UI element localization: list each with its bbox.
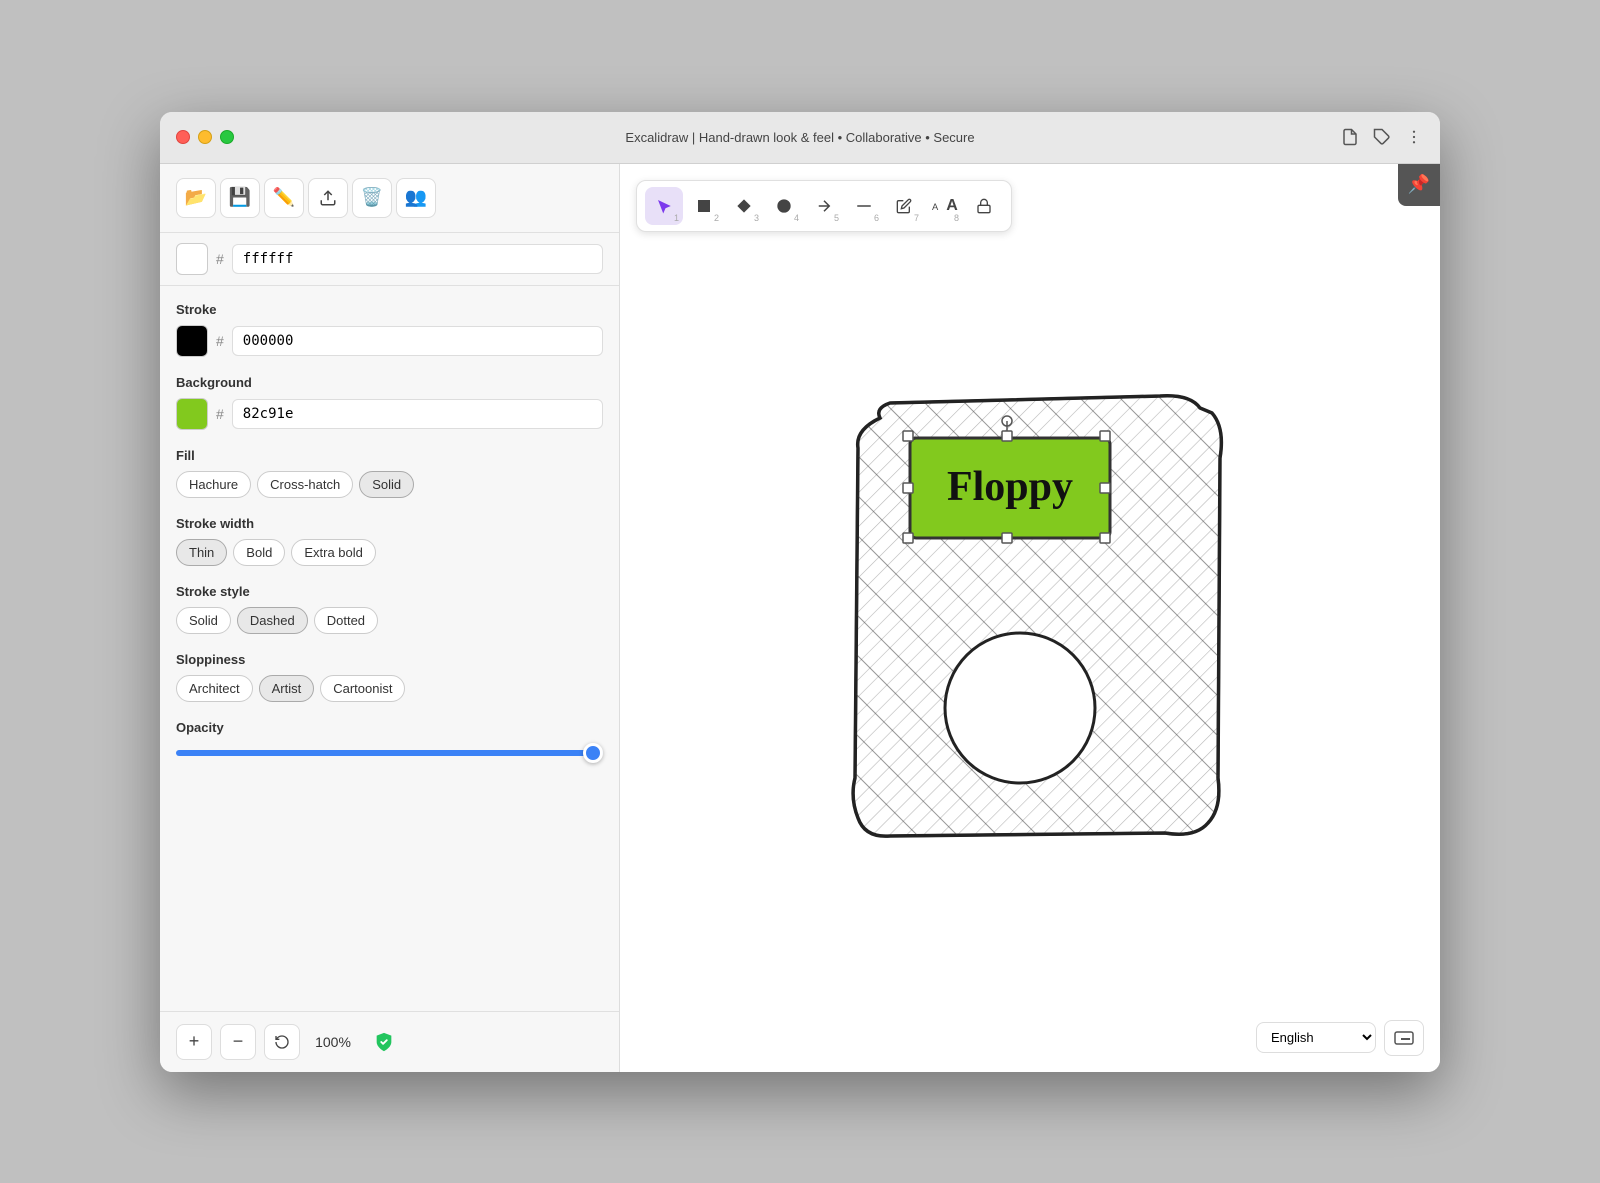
app-window: Excalidraw | Hand-drawn look & feel • Co… bbox=[160, 112, 1440, 1072]
bg-hash: # bbox=[216, 406, 224, 422]
sloppiness-architect[interactable]: Architect bbox=[176, 675, 253, 702]
zoom-in-button[interactable]: + bbox=[176, 1024, 212, 1060]
sloppiness-artist[interactable]: Artist bbox=[259, 675, 315, 702]
traffic-lights bbox=[176, 130, 234, 144]
hash-symbol: # bbox=[216, 251, 224, 267]
reset-zoom-button[interactable] bbox=[264, 1024, 300, 1060]
canvas-area[interactable]: 1 2 3 4 5 bbox=[620, 164, 1440, 1072]
language-select[interactable]: English Spanish French bbox=[1256, 1022, 1376, 1053]
sloppiness-cartoonist[interactable]: Cartoonist bbox=[320, 675, 405, 702]
keyboard-button[interactable] bbox=[1384, 1020, 1424, 1056]
style-solid[interactable]: Solid bbox=[176, 607, 231, 634]
stroke-style-label: Stroke style bbox=[176, 584, 603, 599]
background-label: Background bbox=[176, 375, 603, 390]
fill-hachure[interactable]: Hachure bbox=[176, 471, 251, 498]
sidebar-toolbar: 📂 💾 ✏️ 🗑️ 👥 bbox=[160, 164, 619, 233]
stroke-color-row: # 000000 bbox=[176, 325, 603, 357]
sloppiness-label: Sloppiness bbox=[176, 652, 603, 667]
window-title: Excalidraw | Hand-drawn look & feel • Co… bbox=[625, 130, 974, 145]
titlebar-actions bbox=[1340, 127, 1424, 147]
stroke-color-input[interactable]: 000000 bbox=[232, 326, 603, 356]
fill-options: Hachure Cross-hatch Solid bbox=[176, 471, 603, 498]
zoom-out-button[interactable]: − bbox=[220, 1024, 256, 1060]
zoom-level: 100% bbox=[308, 1034, 358, 1050]
export-button[interactable] bbox=[308, 178, 348, 218]
fill-cross-hatch[interactable]: Cross-hatch bbox=[257, 471, 353, 498]
opacity-slider[interactable] bbox=[176, 750, 603, 756]
canvas-content: Floppy bbox=[620, 164, 1440, 1072]
save-button[interactable]: 💾 bbox=[220, 178, 260, 218]
more-icon[interactable] bbox=[1404, 127, 1424, 147]
bg-hex-input[interactable]: 82c91e bbox=[232, 399, 603, 429]
fill-solid[interactable]: Solid bbox=[359, 471, 414, 498]
floppy-svg: Floppy bbox=[820, 378, 1240, 858]
sidebar: 📂 💾 ✏️ 🗑️ 👥 # ffffff Stroke bbox=[160, 164, 620, 1072]
sidebar-content: Stroke # 000000 Background # 82c91e Fill… bbox=[160, 286, 619, 1011]
style-dotted[interactable]: Dotted bbox=[314, 607, 378, 634]
close-button[interactable] bbox=[176, 130, 190, 144]
document-icon[interactable] bbox=[1340, 127, 1360, 147]
sloppiness-options: Architect Artist Cartoonist bbox=[176, 675, 603, 702]
open-button[interactable]: 📂 bbox=[176, 178, 216, 218]
canvas-footer: English Spanish French bbox=[1256, 1020, 1424, 1056]
stroke-thin[interactable]: Thin bbox=[176, 539, 227, 566]
opacity-label: Opacity bbox=[176, 720, 603, 735]
titlebar: Excalidraw | Hand-drawn look & feel • Co… bbox=[160, 112, 1440, 164]
app-body: 📂 💾 ✏️ 🗑️ 👥 # ffffff Stroke bbox=[160, 164, 1440, 1072]
maximize-button[interactable] bbox=[220, 130, 234, 144]
stroke-style-options: Solid Dashed Dotted bbox=[176, 607, 603, 634]
collaborate-button[interactable]: 👥 bbox=[396, 178, 436, 218]
edit-button[interactable]: ✏️ bbox=[264, 178, 304, 218]
stroke-color-swatch[interactable] bbox=[176, 325, 208, 357]
background-color-section: # ffffff bbox=[160, 233, 619, 286]
bg-color-swatch[interactable] bbox=[176, 243, 208, 275]
minimize-button[interactable] bbox=[198, 130, 212, 144]
puzzle-icon[interactable] bbox=[1372, 127, 1392, 147]
stroke-width-label: Stroke width bbox=[176, 516, 603, 531]
bg-swatch[interactable] bbox=[176, 398, 208, 430]
opacity-slider-container bbox=[176, 743, 603, 761]
fill-label: Fill bbox=[176, 448, 603, 463]
sidebar-footer: + − 100% bbox=[160, 1011, 619, 1072]
stroke-hash: # bbox=[216, 333, 224, 349]
style-dashed[interactable]: Dashed bbox=[237, 607, 308, 634]
svg-text:Floppy: Floppy bbox=[947, 464, 1073, 510]
bg-color-row: # 82c91e bbox=[176, 398, 603, 430]
stroke-bold[interactable]: Bold bbox=[233, 539, 285, 566]
stroke-label: Stroke bbox=[176, 302, 603, 317]
stroke-width-options: Thin Bold Extra bold bbox=[176, 539, 603, 566]
bg-color-input[interactable]: ffffff bbox=[232, 244, 603, 274]
stroke-extra-bold[interactable]: Extra bold bbox=[291, 539, 376, 566]
health-icon bbox=[366, 1024, 402, 1060]
delete-button[interactable]: 🗑️ bbox=[352, 178, 392, 218]
